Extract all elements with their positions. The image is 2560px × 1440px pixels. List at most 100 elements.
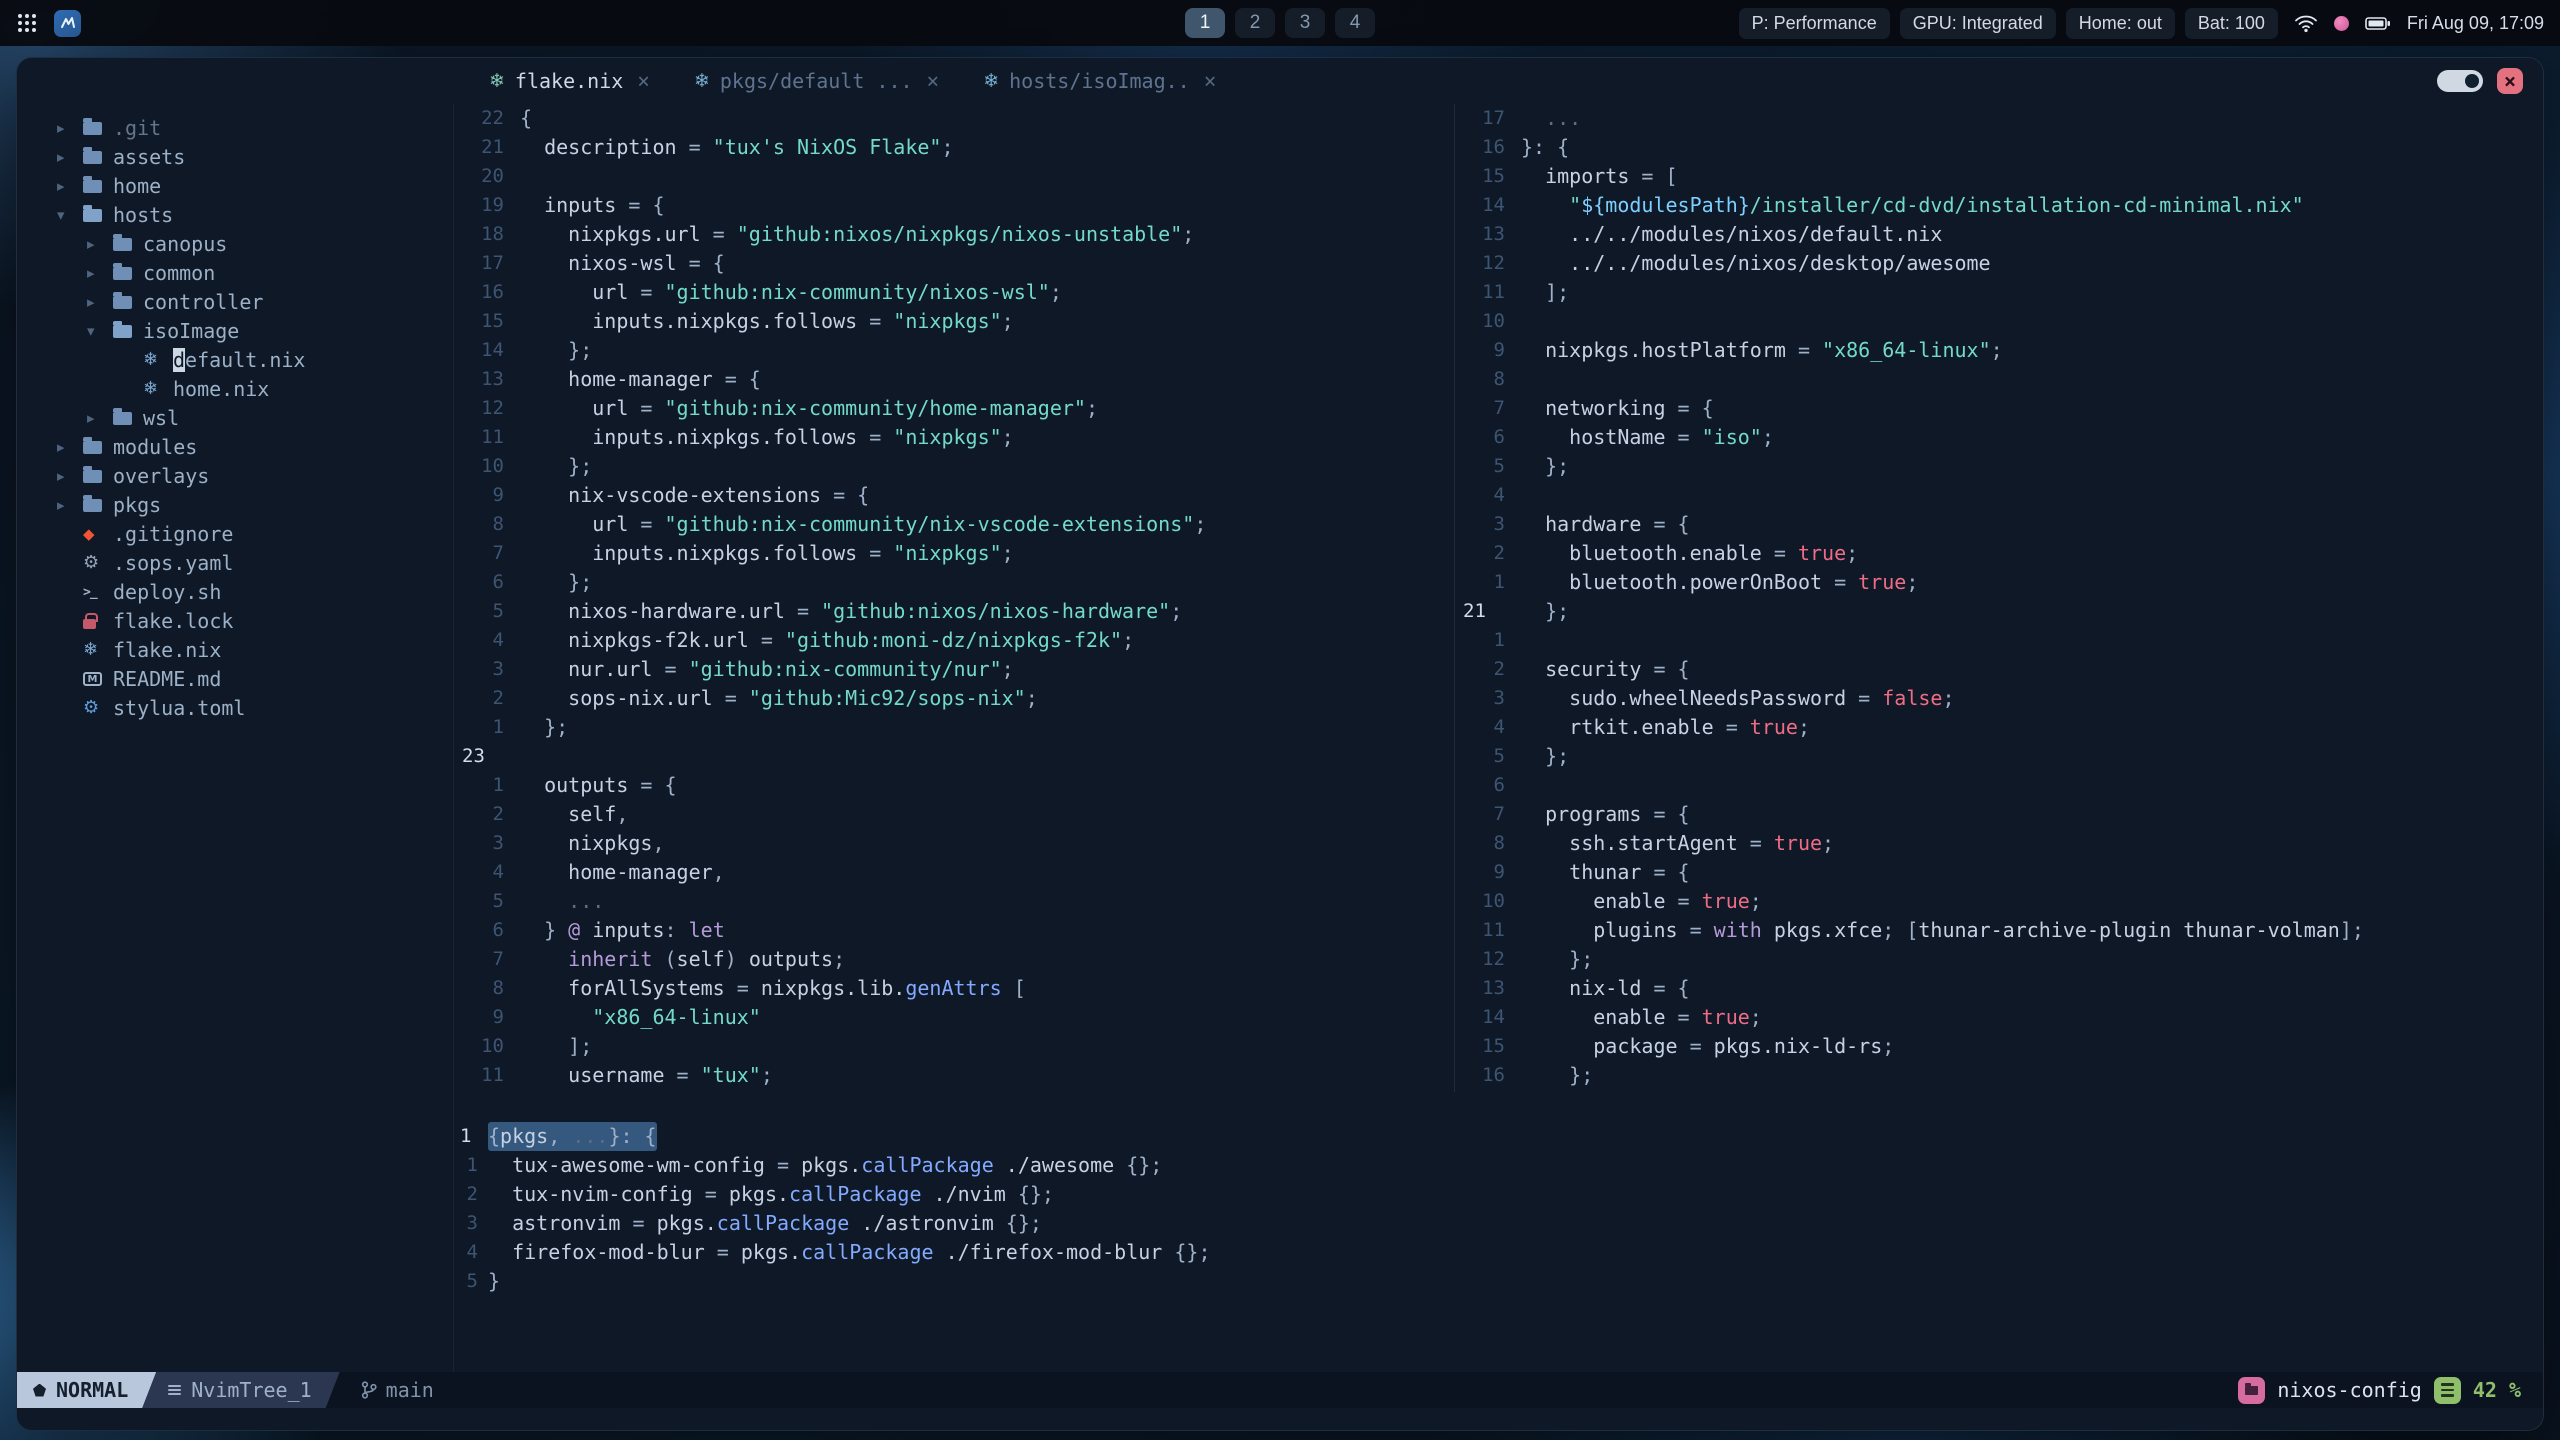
code-line[interactable]: 11 username = "tux"; <box>454 1061 1454 1090</box>
code-line[interactable]: 3 hardware = { <box>1455 510 2543 539</box>
code-line[interactable]: 2 self, <box>454 800 1454 829</box>
code-line[interactable]: 9 nix-vscode-extensions = { <box>454 481 1454 510</box>
app-icon[interactable] <box>54 9 81 37</box>
code-line[interactable]: 10 ]; <box>454 1032 1454 1061</box>
code-line[interactable]: 4 <box>1455 481 2543 510</box>
code-line[interactable]: 11 inputs.nixpkgs.follows = "nixpkgs"; <box>454 423 1454 452</box>
code-line[interactable]: 9 nixpkgs.hostPlatform = "x86_64-linux"; <box>1455 336 2543 365</box>
chevron-right-icon[interactable]: ▸ <box>87 293 113 311</box>
tree-item-wsl[interactable]: ▸ wsl <box>17 404 453 433</box>
code-line[interactable]: 8 <box>1455 365 2543 394</box>
toggle-button[interactable] <box>2437 69 2483 92</box>
tree-item-overlays[interactable]: ▸ overlays <box>17 462 453 491</box>
chevron-right-icon[interactable]: ▸ <box>57 467 83 485</box>
code-line[interactable]: 1 outputs = { <box>454 771 1454 800</box>
chevron-right-icon[interactable]: ▸ <box>57 438 83 456</box>
code-line[interactable]: 7 inherit (self) outputs; <box>454 945 1454 974</box>
tree-item-.gitignore[interactable]: ◆ .gitignore <box>17 520 453 549</box>
tab-close-icon[interactable]: × <box>927 69 940 93</box>
code-line[interactable]: 2 security = { <box>1455 655 2543 684</box>
code-line[interactable]: 7 programs = { <box>1455 800 2543 829</box>
code-line[interactable]: 10 enable = true; <box>1455 887 2543 916</box>
chevron-down-icon[interactable]: ▾ <box>57 206 83 224</box>
code-line[interactable]: 3 nixpkgs, <box>454 829 1454 858</box>
code-line[interactable]: 3 sudo.wheelNeedsPassword = false; <box>1455 684 2543 713</box>
code-line[interactable]: 19 inputs = { <box>454 191 1454 220</box>
window-close-button[interactable]: × <box>2497 67 2523 94</box>
code-line[interactable]: 11 ]; <box>1455 278 2543 307</box>
code-line[interactable]: 15 inputs.nixpkgs.follows = "nixpkgs"; <box>454 307 1454 336</box>
code-line[interactable]: 3 nur.url = "github:nix-community/nur"; <box>454 655 1454 684</box>
code-line[interactable]: 7 networking = { <box>1455 394 2543 423</box>
tree-item-modules[interactable]: ▸ modules <box>17 433 453 462</box>
code-line[interactable]: 12 }; <box>1455 945 2543 974</box>
code-line[interactable]: 4 rtkit.enable = true; <box>1455 713 2543 742</box>
file-tree[interactable]: ▸ .git ▸ assets ▸ home ▾ hosts ▸ canopus ▸ common ▸ c… <box>17 103 454 1372</box>
tab-flake.nix[interactable]: ❄ flake.nix × <box>467 58 672 104</box>
tree-item-hosts[interactable]: ▾ hosts <box>17 201 453 230</box>
code-line[interactable]: 6 }; <box>454 568 1454 597</box>
code-line[interactable]: 8 forAllSystems = nixpkgs.lib.genAttrs [ <box>454 974 1454 1003</box>
editor-pane-flake-nix[interactable]: 22{21 description = "tux's NixOS Flake";… <box>454 104 1454 1092</box>
code-line[interactable]: 9 thunar = { <box>1455 858 2543 887</box>
code-line[interactable]: 16}: { <box>1455 133 2543 162</box>
chevron-right-icon[interactable]: ▸ <box>87 235 113 253</box>
tree-item-flake.nix[interactable]: ❄ flake.nix <box>17 636 453 665</box>
chevron-right-icon[interactable]: ▸ <box>57 177 83 195</box>
code-line[interactable]: 13 nix-ld = { <box>1455 974 2543 1003</box>
code-line[interactable]: 6 } @ inputs: let <box>454 916 1454 945</box>
app-launcher-icon[interactable] <box>16 12 38 34</box>
code-line[interactable]: 6 <box>1455 771 2543 800</box>
code-line[interactable]: 5} <box>454 1267 2543 1296</box>
code-line[interactable]: 13 home-manager = { <box>454 365 1454 394</box>
code-line[interactable]: 5 }; <box>1455 452 2543 481</box>
tree-item-isoImage[interactable]: ▾ isoImage <box>17 317 453 346</box>
chevron-down-icon[interactable]: ▾ <box>87 322 113 340</box>
editor-pane-iso-default-nix[interactable]: 17 ... 16}: {15 imports = [14 "${modulesP… <box>1454 103 2543 1092</box>
tree-item-.git[interactable]: ▸ .git <box>17 114 453 143</box>
code-line[interactable]: 21 }; <box>1455 597 2543 626</box>
wifi-icon[interactable] <box>2294 14 2318 33</box>
code-line[interactable]: 8 ssh.startAgent = true; <box>1455 829 2543 858</box>
code-line[interactable]: 14 enable = true; <box>1455 1003 2543 1032</box>
chevron-right-icon[interactable]: ▸ <box>57 119 83 137</box>
code-line[interactable]: 18 nixpkgs.url = "github:nixos/nixpkgs/n… <box>454 220 1454 249</box>
code-line[interactable]: 1 bluetooth.powerOnBoot = true; <box>1455 568 2543 597</box>
tab-hosts-isoImag..[interactable]: ❄ hosts/isoImag.. × <box>961 58 1238 104</box>
tab-pkgs-default-...[interactable]: ❄ pkgs/default ... × <box>672 58 961 104</box>
code-line[interactable]: 14 }; <box>454 336 1454 365</box>
editor-pane-pkgs-default-nix[interactable]: 1 {pkgs, ...}: {1 tux-awesome-wm-config =… <box>454 1121 2543 1296</box>
code-line[interactable]: 1 }; <box>454 713 1454 742</box>
chevron-right-icon[interactable]: ▸ <box>57 148 83 166</box>
code-line[interactable]: 1 {pkgs, ...}: { <box>454 1121 2543 1151</box>
tree-item-default.nix[interactable]: ❄ default.nix <box>17 346 453 375</box>
tree-item-controller[interactable]: ▸ controller <box>17 288 453 317</box>
workspace-button-1[interactable]: 1 <box>1185 8 1225 38</box>
chevron-right-icon[interactable]: ▸ <box>87 264 113 282</box>
tab-close-icon[interactable]: × <box>1204 69 1217 93</box>
code-line[interactable]: 21 description = "tux's NixOS Flake"; <box>454 133 1454 162</box>
code-line[interactable]: 16 }; <box>1455 1061 2543 1090</box>
tree-item-pkgs[interactable]: ▸ pkgs <box>17 491 453 520</box>
code-line[interactable]: 16 url = "github:nix-community/nixos-wsl… <box>454 278 1454 307</box>
code-line[interactable]: 1 <box>1455 626 2543 655</box>
code-line[interactable]: 10 <box>1455 307 2543 336</box>
workspace-button-4[interactable]: 4 <box>1335 8 1375 38</box>
indicator-icon[interactable] <box>2333 15 2349 31</box>
code-line[interactable]: 4 home-manager, <box>454 858 1454 887</box>
code-line[interactable]: 23 <box>454 742 1454 771</box>
tree-item-README.md[interactable]: M README.md <box>17 665 453 694</box>
code-line[interactable]: 2 bluetooth.enable = true; <box>1455 539 2543 568</box>
tab-close-icon[interactable]: × <box>637 69 650 93</box>
tree-item-deploy.sh[interactable]: >_ deploy.sh <box>17 578 453 607</box>
workspace-button-2[interactable]: 2 <box>1235 8 1275 38</box>
code-line[interactable]: 12 ../../modules/nixos/desktop/awesome <box>1455 249 2543 278</box>
code-line[interactable]: 9 "x86_64-linux" <box>454 1003 1454 1032</box>
code-line[interactable]: 20 <box>454 162 1454 191</box>
code-line[interactable]: 6 hostName = "iso"; <box>1455 423 2543 452</box>
code-line[interactable]: 1 tux-awesome-wm-config = pkgs.callPacka… <box>454 1151 2543 1180</box>
code-line[interactable]: 4 firefox-mod-blur = pkgs.callPackage ./… <box>454 1238 2543 1267</box>
tree-item-stylua.toml[interactable]: ⚙ stylua.toml <box>17 694 453 723</box>
tree-item-home.nix[interactable]: ❄ home.nix <box>17 375 453 404</box>
code-line[interactable]: 5 }; <box>1455 742 2543 771</box>
